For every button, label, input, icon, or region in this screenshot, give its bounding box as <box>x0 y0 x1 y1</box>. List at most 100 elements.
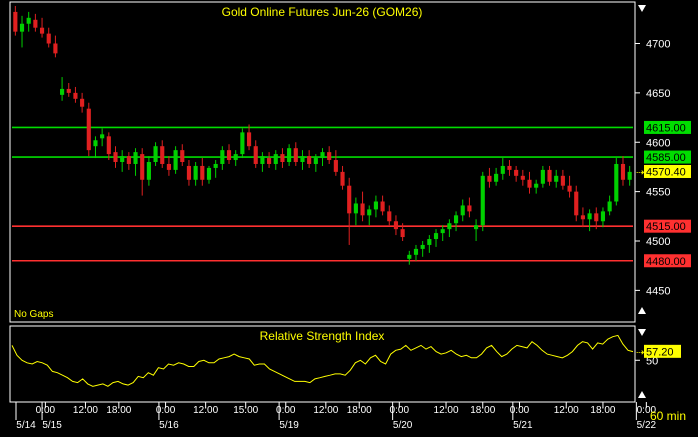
candle-body <box>120 156 125 162</box>
candle-body <box>580 215 585 220</box>
candle-body <box>373 201 378 210</box>
candle-body <box>19 23 25 32</box>
candle <box>480 171 485 232</box>
candle-body <box>407 254 412 259</box>
candle-body <box>393 221 399 230</box>
candle-body <box>387 211 392 222</box>
x-time-label: 12:00 <box>434 405 459 416</box>
x-time-label: 12:00 <box>193 405 218 416</box>
candle-body <box>433 233 439 240</box>
interval-label[interactable]: 60 min <box>650 409 686 423</box>
x-date-label: 5/15 <box>42 420 62 431</box>
candle-body <box>39 27 45 34</box>
x-time-label: 18:00 <box>470 405 495 416</box>
candle-body <box>320 152 325 159</box>
candle-body <box>480 175 485 226</box>
candle-body <box>253 146 258 164</box>
x-time-label: 18:00 <box>106 405 131 416</box>
candle-body <box>340 171 345 186</box>
candle-body <box>427 239 432 245</box>
x-time-label: 15:00 <box>233 405 258 416</box>
candle-body <box>106 136 111 155</box>
candle-body <box>13 11 18 32</box>
last-price-arrow-icon: ⇢ <box>636 167 644 178</box>
candle-body <box>587 213 592 220</box>
x-time-label: 18:00 <box>590 405 615 416</box>
y-tick-label: 4700 <box>646 39 670 51</box>
y-tick-label: 4450 <box>646 285 670 297</box>
candle-body <box>186 165 192 180</box>
y-tick-label: 4650 <box>646 88 670 100</box>
level-tag-label: 4515.00 <box>646 221 686 233</box>
x-time-label: 12:00 <box>554 405 579 416</box>
candle-body <box>200 165 205 180</box>
candle-body <box>547 169 552 182</box>
level-tag: 4515.00 <box>644 219 691 233</box>
candle-body <box>540 169 545 184</box>
candle-body <box>534 183 539 188</box>
candle-body <box>66 88 71 93</box>
candle-body <box>507 165 512 170</box>
candle-body <box>487 175 492 182</box>
x-time-label: 0:00 <box>36 405 56 416</box>
candle-body <box>420 244 425 249</box>
candle-body <box>146 162 151 180</box>
candle-body <box>220 150 225 164</box>
candle-body <box>460 205 465 216</box>
candle-body <box>413 248 419 255</box>
candle-body <box>400 229 405 238</box>
candle-body <box>173 150 178 170</box>
chart-root: 4450 4500 4550 4600 4650 4700 4615.00 4585.00 45… <box>0 0 698 432</box>
level-tag-label: 4615.00 <box>646 122 686 134</box>
candle-body <box>554 175 559 182</box>
candle-body <box>360 203 365 216</box>
rsi-last-arrow-icon: ⇢ <box>636 347 644 358</box>
candle-body <box>494 173 499 182</box>
candle-body <box>213 163 218 168</box>
candle-body <box>60 88 65 95</box>
rsi-title: Relative Strength Index <box>260 329 385 343</box>
no-gaps-note: No Gaps <box>14 309 53 320</box>
last-price-label: 4570.40 <box>646 166 686 178</box>
candle-body <box>126 156 131 164</box>
candle-body <box>500 165 505 174</box>
candle-body <box>180 150 185 162</box>
candle <box>86 102 91 157</box>
candle-body <box>607 201 612 212</box>
candle-body <box>233 154 238 161</box>
level-tag-label: 4480.00 <box>646 256 686 268</box>
candle-body <box>267 158 272 164</box>
level-tag: 4615.00 <box>644 120 691 134</box>
candle-body <box>206 167 212 180</box>
candle-body <box>93 140 98 147</box>
candle-body <box>600 211 606 222</box>
x-date-label: 5/21 <box>513 420 533 431</box>
candle-body <box>380 201 385 212</box>
candle-body <box>160 146 165 164</box>
candle-body <box>133 152 138 164</box>
rsi-last-label: 57.20 <box>646 346 674 358</box>
candle <box>614 158 619 206</box>
x-date-label: 5/20 <box>393 420 413 431</box>
candle-body <box>26 17 31 24</box>
candle-body <box>353 203 358 214</box>
level-tag-label: 4585.00 <box>646 152 686 164</box>
candle-body <box>474 225 479 230</box>
x-date-label: 5/19 <box>279 420 299 431</box>
candle-body <box>307 156 312 164</box>
candle-body <box>367 209 372 216</box>
candle-body <box>620 163 626 180</box>
candle-body <box>453 215 459 224</box>
level-tag: 4585.00 <box>644 150 691 164</box>
candle-body <box>113 152 118 162</box>
level-tag: 4480.00 <box>644 254 691 268</box>
candle-body <box>527 179 532 188</box>
candle-body <box>293 148 298 162</box>
y-tick-label: 4500 <box>646 236 670 248</box>
candle-body <box>73 92 78 99</box>
x-date-label: 5/16 <box>159 420 179 431</box>
x-time-label: 12:00 <box>313 405 338 416</box>
candle-body <box>514 169 519 176</box>
candle-body <box>627 171 632 180</box>
candle-body <box>560 175 565 186</box>
